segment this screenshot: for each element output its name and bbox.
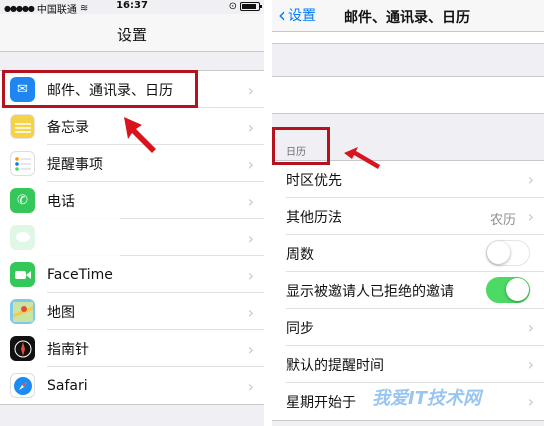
chevron-right-icon: ›	[247, 340, 254, 359]
maps-icon	[10, 299, 35, 324]
phone-icon: ✆	[10, 188, 35, 213]
chevron-left-icon: ‹	[278, 3, 286, 27]
arrow-icon	[344, 147, 380, 169]
mail-contacts-calendars-screen: ‹ 设置 邮件、通讯录、日历 日历 时区优先 › 其他历法 农历 › 周数 显示…	[272, 0, 544, 426]
show-declined-toggle[interactable]	[486, 277, 530, 303]
chevron-right-icon: ›	[247, 229, 254, 248]
settings-item-maps[interactable]: 地图 ›	[0, 293, 264, 330]
blur-mask	[0, 218, 120, 258]
row-value: 农历	[489, 213, 516, 228]
blurred-group	[272, 76, 544, 114]
watermark: 我爱IT技术网	[372, 388, 481, 409]
settings-item-phone[interactable]: ✆ 电话 ›	[0, 182, 264, 219]
compass-icon	[10, 336, 35, 361]
settings-item-label: 电话	[47, 193, 75, 210]
calendar-settings-list: 时区优先 › 其他历法 农历 › 周数 显示被邀请人已拒绝的邀请 同步 › 默认…	[272, 160, 544, 421]
page-title: 邮件、通讯录、日历	[344, 10, 470, 26]
battery-icon	[240, 2, 262, 11]
chevron-right-icon: ›	[247, 192, 254, 211]
settings-item-safari[interactable]: Safari ›	[0, 367, 264, 404]
settings-item-label: 提醒事项	[47, 156, 103, 173]
chevron-right-icon: ›	[247, 118, 254, 137]
chevron-right-icon: ›	[247, 377, 254, 396]
lock-rotation-icon: ⊙	[228, 1, 237, 12]
chevron-right-icon: ›	[247, 81, 254, 100]
safari-icon	[10, 373, 35, 398]
chevron-right-icon: ›	[247, 266, 254, 285]
row-show-declined: 显示被邀请人已拒绝的邀请	[272, 272, 544, 309]
row-week-numbers: 周数	[272, 235, 544, 272]
settings-item-label: 地图	[47, 304, 75, 321]
status-bar: ●●●●● 中国联通 ≋ 16:37 ⊙	[0, 0, 264, 16]
settings-item-label: Safari	[47, 377, 88, 394]
nav-bar: 设置	[0, 14, 264, 52]
chevron-right-icon: ›	[527, 207, 534, 226]
reminders-icon	[10, 151, 35, 176]
row-sync[interactable]: 同步 ›	[272, 309, 544, 346]
week-numbers-toggle[interactable]	[486, 240, 530, 266]
chevron-right-icon: ›	[247, 155, 254, 174]
back-label: 设置	[288, 8, 316, 24]
notes-icon	[10, 114, 35, 139]
arrow-icon	[124, 117, 156, 153]
row-alternate-calendars[interactable]: 其他历法 农历 ›	[272, 198, 544, 235]
row-label: 时区优先	[286, 172, 342, 189]
page-title: 设置	[116, 26, 147, 44]
highlight-box	[272, 127, 330, 165]
chevron-right-icon: ›	[527, 170, 534, 189]
scrolled-row	[272, 32, 544, 44]
nav-bar: ‹ 设置 邮件、通讯录、日历	[272, 0, 544, 32]
settings-screen: ●●●●● 中国联通 ≋ 16:37 ⊙ 设置 ✉ 邮件、通讯录、日历 › 备忘…	[0, 0, 264, 426]
chevron-right-icon: ›	[527, 355, 534, 374]
highlight-box	[2, 70, 198, 108]
chevron-right-icon: ›	[527, 318, 534, 337]
row-label: 默认的提醒时间	[286, 357, 384, 374]
settings-item-facetime[interactable]: FaceTime ›	[0, 256, 264, 293]
row-label: 同步	[286, 320, 314, 337]
back-button[interactable]: ‹ 设置	[278, 5, 316, 25]
settings-item-compass[interactable]: 指南针 ›	[0, 330, 264, 367]
row-timezone-override[interactable]: 时区优先 ›	[272, 161, 544, 198]
clock: 16:37	[116, 0, 148, 11]
facetime-icon	[10, 262, 35, 287]
chevron-right-icon: ›	[247, 303, 254, 322]
settings-item-label: 指南针	[47, 341, 89, 358]
settings-item-label: FaceTime	[47, 266, 113, 283]
row-default-alert-times[interactable]: 默认的提醒时间 ›	[272, 346, 544, 383]
chevron-right-icon: ›	[527, 392, 534, 411]
